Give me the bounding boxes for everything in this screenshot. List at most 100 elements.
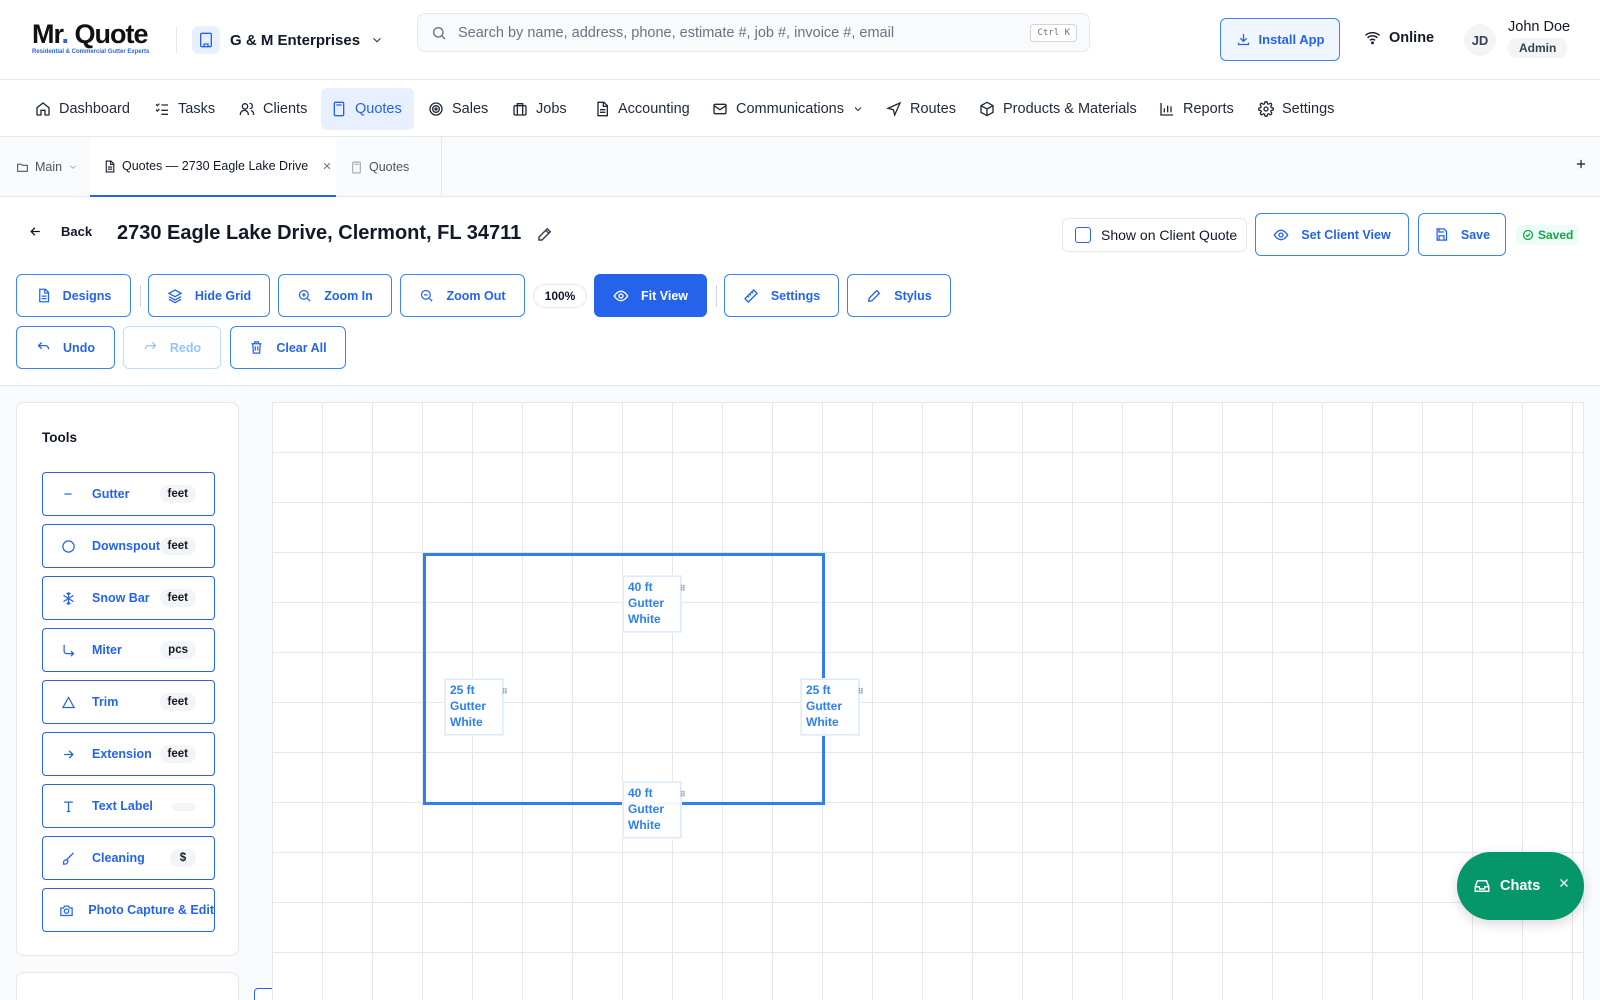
nav-item-sales[interactable]: Sales bbox=[418, 88, 498, 130]
nav-item-jobs[interactable]: Jobs bbox=[502, 88, 577, 130]
undo-button[interactable]: Undo bbox=[16, 326, 115, 369]
eye-icon bbox=[1273, 227, 1289, 243]
briefcase-icon bbox=[512, 101, 528, 117]
tool-downspout[interactable]: Downspout feet bbox=[42, 524, 215, 568]
header-divider bbox=[176, 27, 177, 53]
drawing-canvas[interactable]: 40 ft Gutter White ⠿ 25 ft Gutter White … bbox=[272, 402, 1584, 1000]
tool-cleaning[interactable]: Cleaning $ bbox=[42, 836, 215, 880]
nav-item-settings[interactable]: Settings bbox=[1248, 88, 1344, 130]
nav-item-communications[interactable]: Communications bbox=[702, 88, 874, 130]
nav-item-products[interactable]: Products & Materials bbox=[969, 88, 1147, 130]
gutter-label-bottom[interactable]: 40 ft Gutter White ⠿ bbox=[623, 782, 686, 838]
nav-item-dashboard[interactable]: Dashboard bbox=[25, 88, 140, 130]
back-label: Back bbox=[61, 224, 93, 239]
zoom-out-button[interactable]: Zoom Out bbox=[400, 274, 525, 317]
app-header: Mr. Quote Residential & Commercial Gutte… bbox=[0, 0, 1600, 80]
nav-item-tasks[interactable]: Tasks bbox=[144, 88, 225, 130]
save-icon bbox=[1434, 227, 1449, 242]
tab-main[interactable]: Main bbox=[16, 137, 78, 197]
gutter-label-right[interactable]: 25 ft Gutter White ⠿ bbox=[801, 679, 864, 735]
hide-grid-button[interactable]: Hide Grid bbox=[148, 274, 270, 317]
settings-button[interactable]: Settings bbox=[724, 274, 839, 317]
drag-handle-icon[interactable]: ⠿ bbox=[502, 684, 508, 700]
fit-view-button[interactable]: Fit View bbox=[594, 274, 707, 317]
logo-text: Mr bbox=[32, 19, 62, 49]
tool-photo-capture[interactable]: Photo Capture & Edit bbox=[42, 888, 215, 932]
camera-icon bbox=[58, 903, 74, 918]
calculator-icon bbox=[350, 161, 363, 174]
toolbar-divider bbox=[140, 285, 141, 307]
tool-snow-bar[interactable]: Snow Bar feet bbox=[42, 576, 215, 620]
company-switcher[interactable]: G & M Enterprises bbox=[192, 25, 384, 55]
tool-label: Downspout bbox=[92, 539, 161, 553]
calculator-icon bbox=[331, 101, 347, 117]
gutter-type: Gutter bbox=[628, 596, 664, 610]
box-icon bbox=[979, 101, 995, 117]
tool-label: Trim bbox=[92, 695, 119, 709]
zoom-in-button[interactable]: Zoom In bbox=[278, 274, 392, 317]
nav-item-reports[interactable]: Reports bbox=[1149, 88, 1244, 130]
tools-title: Tools bbox=[42, 430, 77, 445]
tool-gutter[interactable]: Gutter feet bbox=[42, 472, 215, 516]
stylus-button[interactable]: Stylus bbox=[847, 274, 951, 317]
tab-quote-eagle-lake[interactable]: Quotes — 2730 Eagle Lake Drive bbox=[90, 137, 336, 197]
close-icon[interactable] bbox=[1558, 877, 1570, 889]
tool-label: Miter bbox=[92, 643, 122, 657]
checkbox[interactable] bbox=[1075, 227, 1091, 243]
nav-label: Accounting bbox=[618, 101, 690, 117]
nav-item-accounting[interactable]: Accounting bbox=[584, 88, 700, 130]
navigation-icon bbox=[886, 101, 902, 117]
layers-icon bbox=[167, 288, 183, 304]
tool-label: Extension bbox=[92, 747, 152, 761]
bar-chart-icon bbox=[1159, 101, 1175, 117]
drag-handle-icon[interactable]: ⠿ bbox=[858, 684, 864, 700]
folder-icon bbox=[16, 161, 29, 174]
pencil-icon bbox=[866, 288, 882, 304]
page-title: 2730 Eagle Lake Drive, Clermont, FL 3471… bbox=[117, 222, 522, 244]
tool-label: Photo Capture & Edit bbox=[88, 903, 214, 917]
button-label: Zoom Out bbox=[446, 288, 506, 303]
nav-item-clients[interactable]: Clients bbox=[229, 88, 317, 130]
tool-text-label[interactable]: Text Label bbox=[42, 784, 215, 828]
gutter-color: White bbox=[450, 715, 483, 729]
designs-button[interactable]: Designs bbox=[16, 274, 131, 317]
chats-button[interactable]: Chats bbox=[1457, 852, 1584, 920]
gutter-label-left[interactable]: 25 ft Gutter White ⠿ bbox=[445, 679, 508, 735]
tab-quotes[interactable]: Quotes bbox=[350, 137, 409, 197]
save-button[interactable]: Save bbox=[1418, 213, 1506, 256]
tool-label: Snow Bar bbox=[92, 591, 150, 605]
clear-all-button[interactable]: Clear All bbox=[230, 326, 346, 369]
global-search[interactable]: Search by name, address, phone, estimate… bbox=[417, 13, 1090, 52]
nav-item-routes[interactable]: Routes bbox=[876, 88, 966, 130]
home-icon bbox=[35, 101, 51, 117]
drag-handle-icon[interactable]: ⠿ bbox=[680, 581, 686, 597]
tool-miter[interactable]: Miter pcs bbox=[42, 628, 215, 672]
install-app-button[interactable]: Install App bbox=[1220, 18, 1340, 61]
redo-button[interactable]: Redo bbox=[123, 326, 221, 369]
avatar[interactable]: JD bbox=[1464, 24, 1496, 56]
user-name[interactable]: John Doe bbox=[1508, 19, 1570, 35]
set-client-view-button[interactable]: Set Client View bbox=[1255, 213, 1409, 256]
nav-label: Communications bbox=[736, 101, 844, 117]
secondary-panel bbox=[16, 972, 239, 1000]
pencil-icon[interactable] bbox=[536, 225, 554, 243]
add-tab-icon[interactable] bbox=[1574, 157, 1588, 171]
nav-item-quotes[interactable]: Quotes bbox=[321, 88, 414, 130]
logo-text-rest: Quote bbox=[68, 19, 149, 49]
close-icon[interactable] bbox=[322, 161, 332, 171]
logo[interactable]: Mr. Quote Residential & Commercial Gutte… bbox=[32, 20, 162, 55]
circle-icon bbox=[58, 539, 78, 554]
drag-handle-icon[interactable]: ⠿ bbox=[680, 787, 686, 803]
minus-icon bbox=[58, 487, 78, 501]
show-on-client-quote-toggle[interactable]: Show on Client Quote bbox=[1062, 218, 1247, 252]
search-input[interactable]: Search by name, address, phone, estimate… bbox=[458, 25, 1030, 41]
gutter-type: Gutter bbox=[806, 699, 842, 713]
tool-unit-badge: feet bbox=[159, 693, 196, 711]
document-icon bbox=[36, 288, 51, 303]
back-button[interactable]: Back bbox=[28, 224, 92, 239]
gutter-label-top[interactable]: 40 ft Gutter White ⠿ bbox=[623, 576, 686, 632]
tool-trim[interactable]: Trim feet bbox=[42, 680, 215, 724]
tab-divider bbox=[441, 137, 442, 197]
document-icon bbox=[103, 160, 116, 173]
tool-extension[interactable]: Extension feet bbox=[42, 732, 215, 776]
